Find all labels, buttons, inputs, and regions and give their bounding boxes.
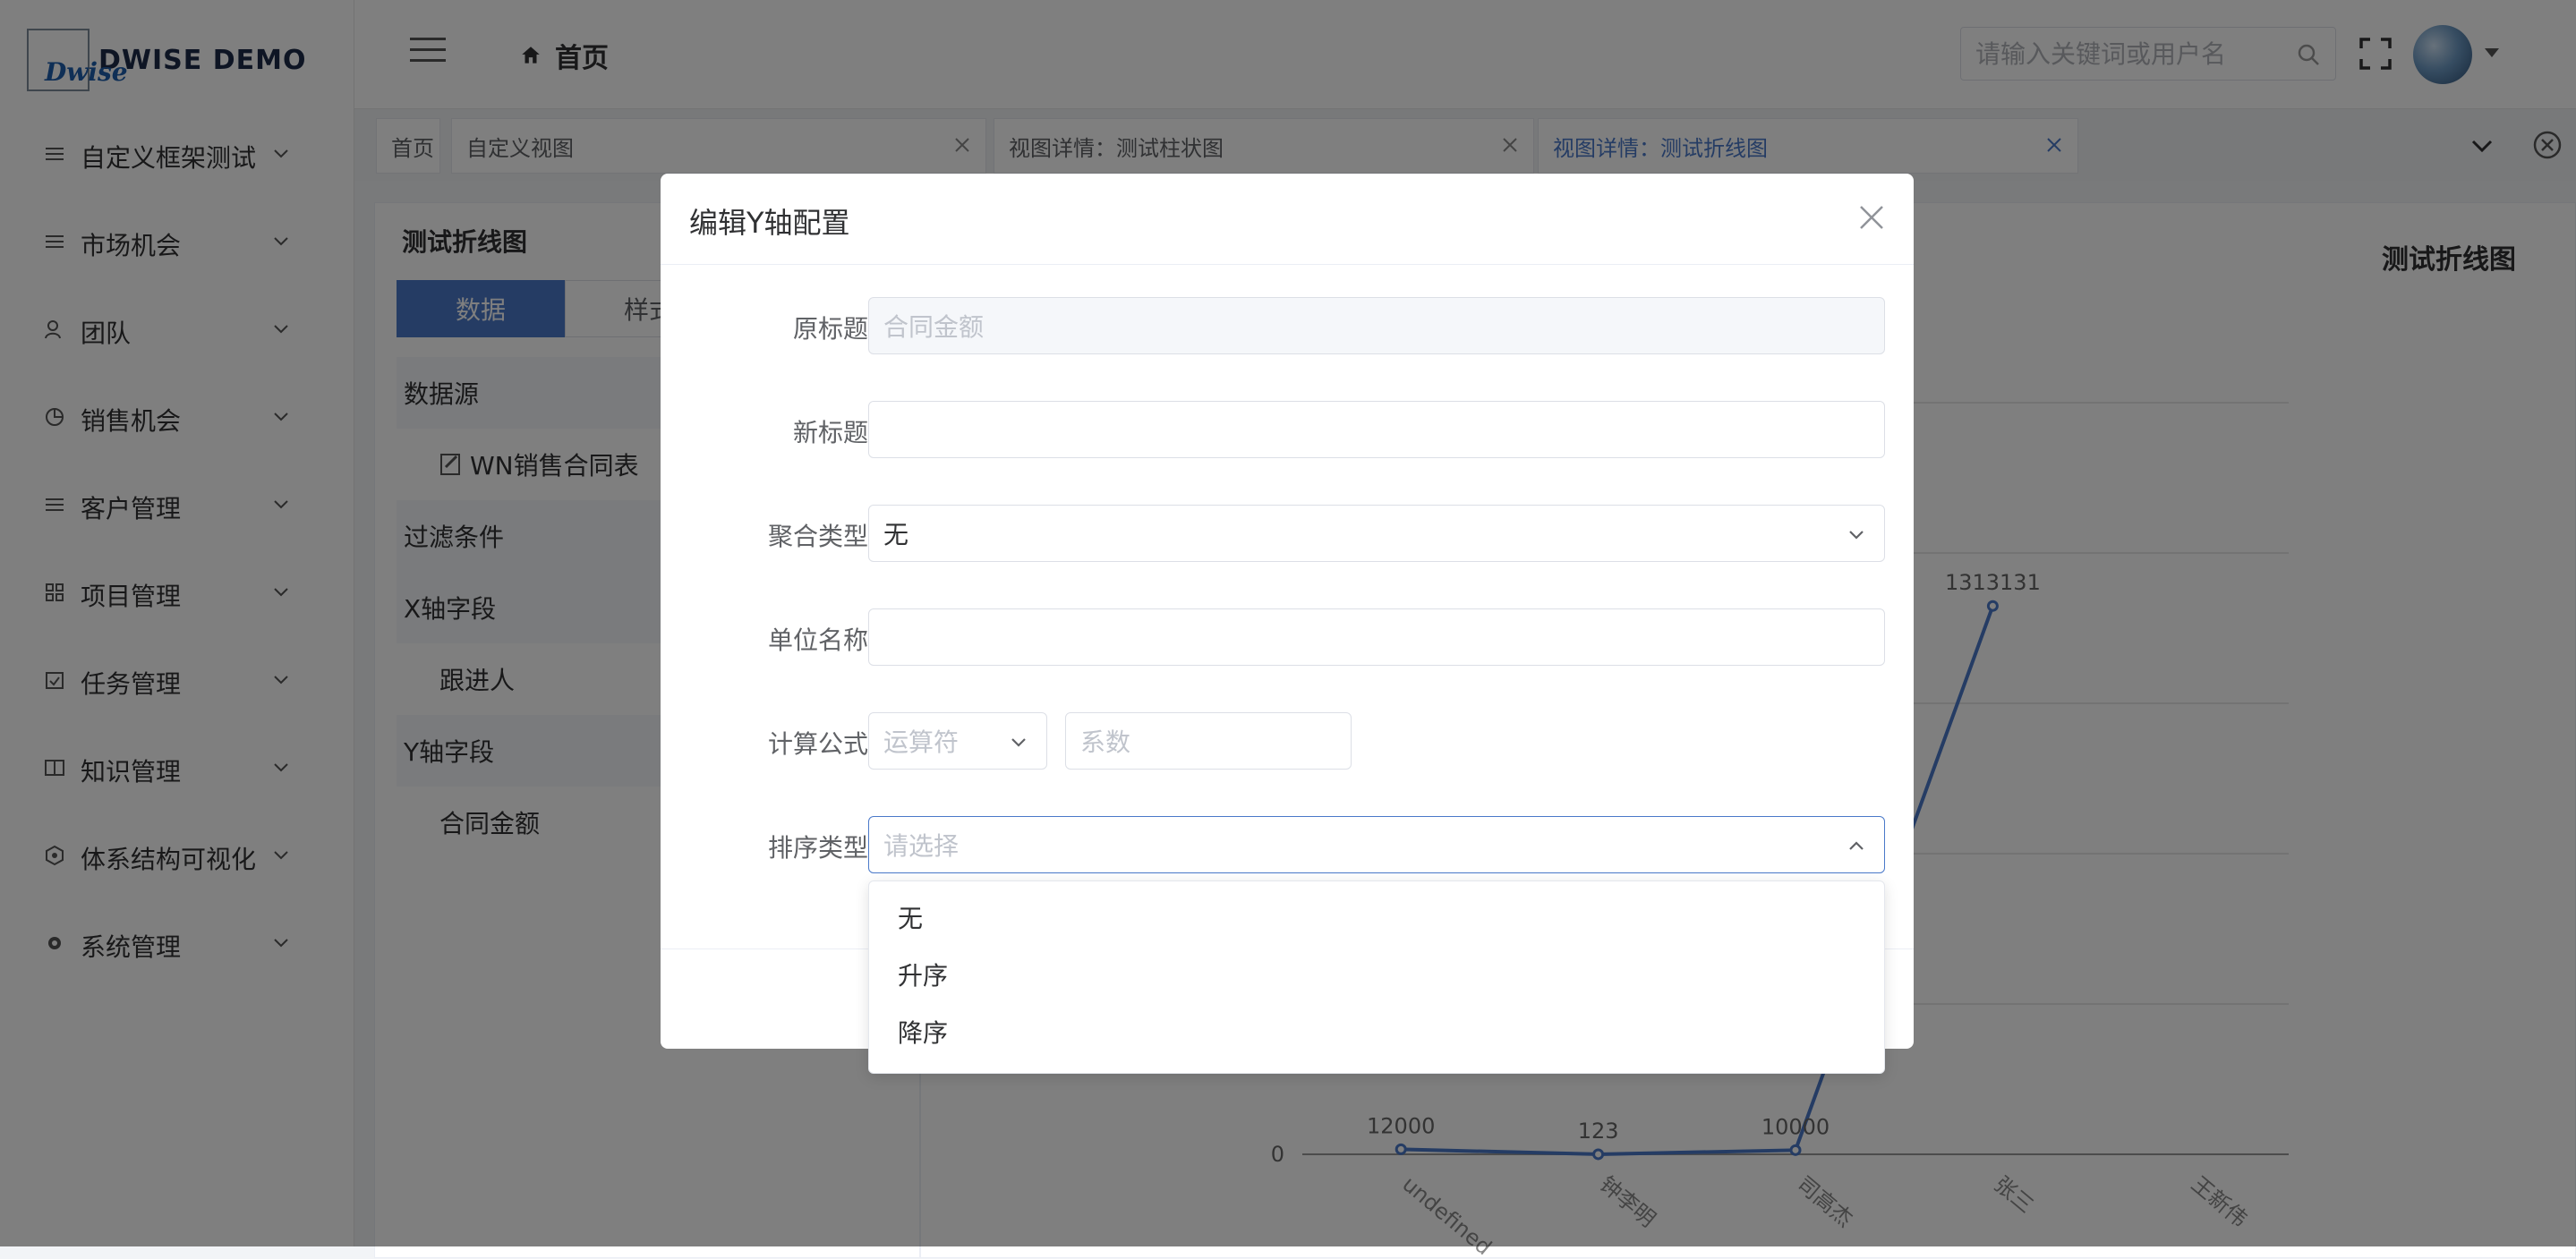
- operator-select[interactable]: 运算符: [868, 712, 1047, 770]
- chevron-up-icon: [1849, 841, 1864, 850]
- operator-placeholder: 运算符: [883, 727, 960, 757]
- chevron-down-icon: [1849, 531, 1864, 540]
- form-row-new-title: 新标题: [661, 401, 1914, 458]
- close-icon[interactable]: [1858, 204, 1885, 231]
- coefficient-input[interactable]: 系数: [1065, 712, 1352, 770]
- sort-option-asc[interactable]: 升序: [869, 946, 1884, 1003]
- form-row-formula: 计算公式 运算符 系数: [661, 712, 1914, 770]
- sort-type-placeholder: 请选择: [883, 831, 960, 861]
- form-label: 计算公式: [767, 729, 868, 759]
- agg-type-value: 无: [883, 520, 909, 549]
- form-row-original-title: 原标题 合同金额: [661, 297, 1914, 354]
- form-row-sort-type: 排序类型 请选择: [661, 816, 1914, 873]
- form-label: 新标题: [792, 418, 868, 447]
- sort-option-desc[interactable]: 降序: [869, 1003, 1884, 1060]
- sort-type-select[interactable]: 请选择: [868, 816, 1885, 873]
- form-row-unit-name: 单位名称: [661, 608, 1914, 666]
- form-row-agg-type: 聚合类型 无: [661, 505, 1914, 562]
- form-label: 原标题: [792, 314, 868, 344]
- new-title-input[interactable]: [868, 401, 1885, 458]
- form-label: 排序类型: [767, 833, 868, 863]
- chevron-down-icon: [1011, 738, 1026, 747]
- form-label: 单位名称: [767, 625, 868, 655]
- dialog-header: 编辑Y轴配置: [661, 174, 1914, 265]
- original-title-value: 合同金额: [883, 312, 985, 342]
- dialog-title: 编辑Y轴配置: [689, 206, 850, 240]
- form-label: 聚合类型: [767, 522, 868, 551]
- original-title-input: 合同金额: [868, 297, 1885, 354]
- agg-type-select[interactable]: 无: [868, 505, 1885, 562]
- unit-name-input[interactable]: [868, 608, 1885, 666]
- coefficient-placeholder: 系数: [1080, 727, 1131, 757]
- sort-type-dropdown: 无 升序 降序: [868, 880, 1885, 1074]
- sort-option-none[interactable]: 无: [869, 889, 1884, 946]
